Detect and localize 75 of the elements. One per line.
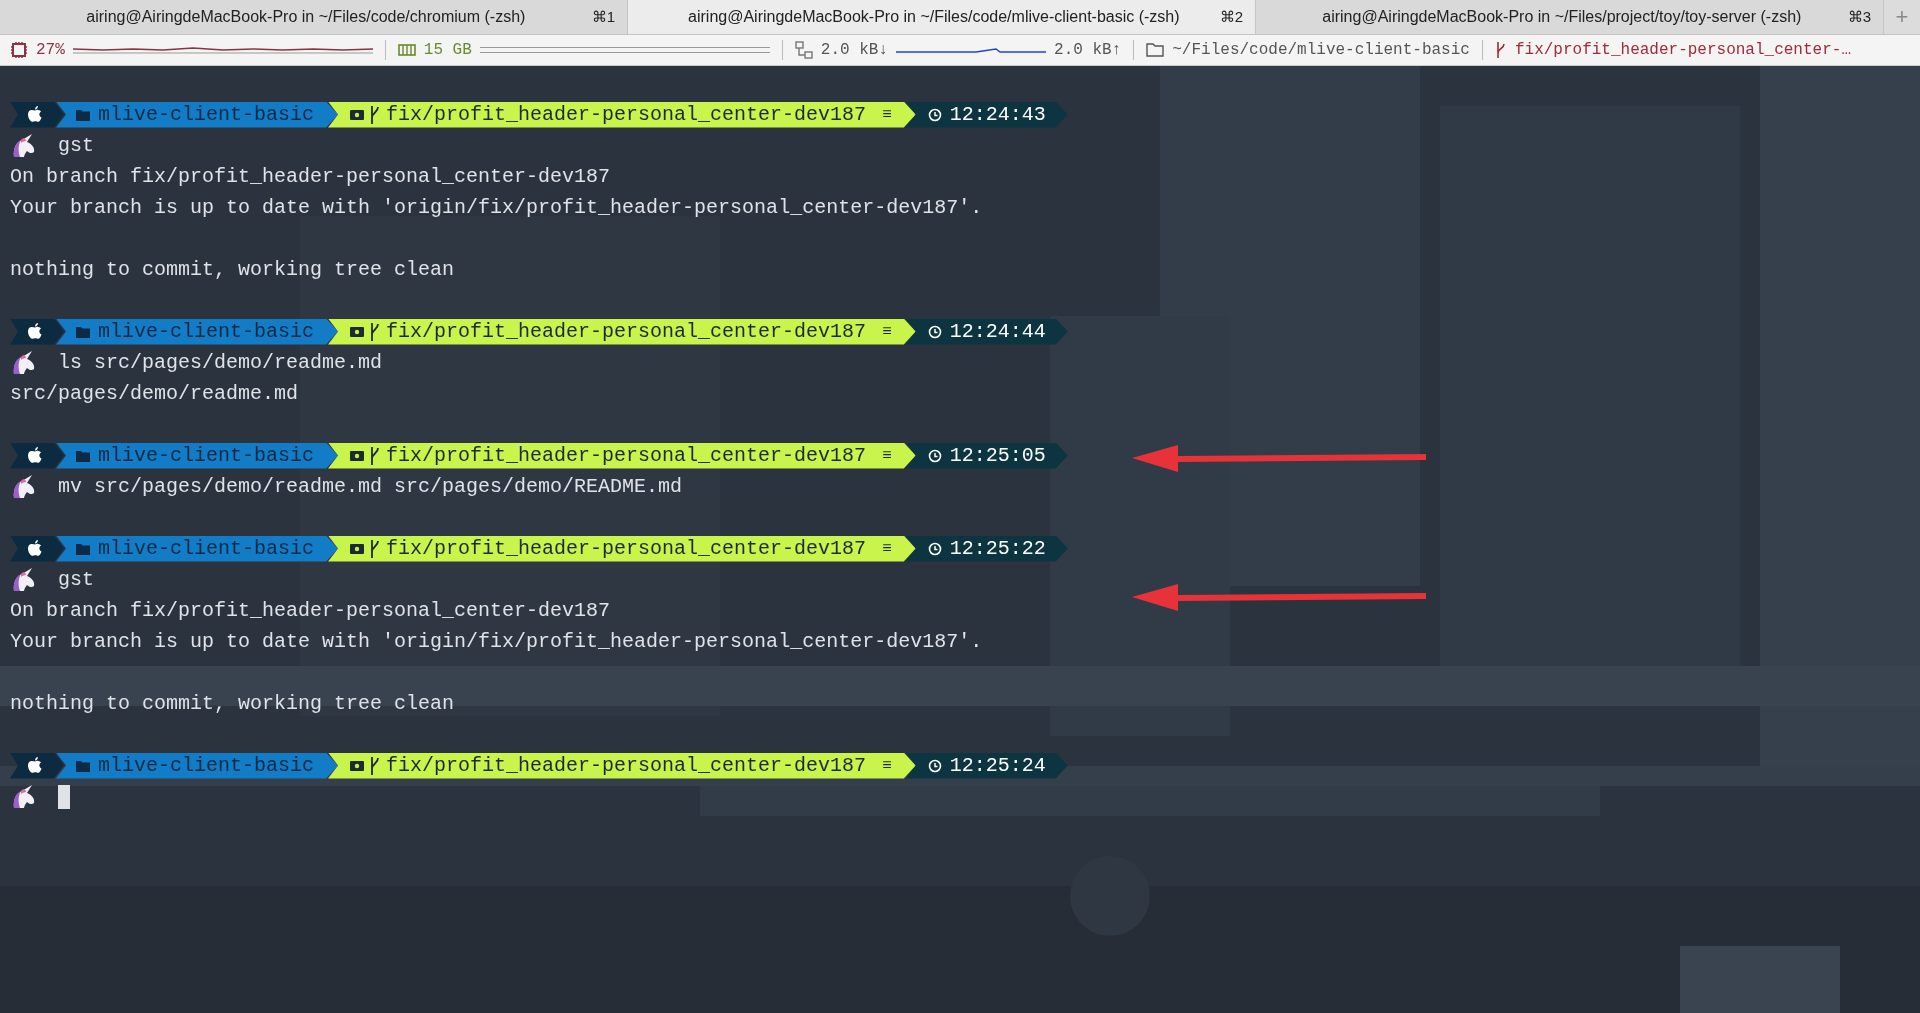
- current-branch: fix/profit_header-personal_center-…: [1514, 41, 1851, 59]
- directory-name: mlive-client-basic: [98, 754, 315, 777]
- branch-status: ≡: [882, 539, 892, 558]
- tab-title: airing@AiringdeMacBook-Pro in ~/Files/code/mlive-client-basic (-zsh): [687, 8, 1181, 26]
- folder-icon: [76, 542, 90, 555]
- directory-name: mlive-client-basic: [98, 320, 315, 343]
- memory-usage: 15 GB: [423, 41, 472, 59]
- branch-name: fix/profit_header-personal_center-dev187: [386, 444, 867, 467]
- git-repo-icon: [350, 449, 365, 462]
- memory-icon: [397, 42, 416, 58]
- prompt-time: 12:25:05: [949, 444, 1046, 467]
- apple-icon: [28, 447, 42, 464]
- prompt-time: 12:25:24: [949, 754, 1046, 777]
- apple-icon: [28, 540, 42, 557]
- command-text: mv src/pages/demo/readme.md src/pages/demo/README.md: [58, 475, 683, 498]
- tab-shortcut: ⌘2: [1219, 8, 1243, 26]
- branch-status: ≡: [882, 446, 892, 465]
- output-line: src/pages/demo/readme.md: [10, 382, 299, 405]
- git-repo-icon: [350, 759, 365, 772]
- output-line: Your branch is up to date with 'origin/fix/profit_header-personal_center-dev187'.: [10, 630, 983, 653]
- folder-icon: [1146, 42, 1165, 58]
- folder-icon: [76, 759, 90, 772]
- clock-icon: [927, 107, 942, 122]
- tab-title: airing@AiringdeMacBook-Pro in ~/Files/code/chromium (-zsh): [85, 8, 527, 26]
- directory-name: mlive-client-basic: [98, 444, 315, 467]
- upload-rate: 2.0 kB↑: [1054, 41, 1122, 59]
- command-text: gst: [58, 134, 94, 157]
- branch-name: fix/profit_header-personal_center-dev187: [386, 537, 867, 560]
- git-branch-icon: [1494, 41, 1507, 59]
- command-text: gst: [58, 568, 94, 591]
- clock-icon: [927, 758, 942, 773]
- output-line: On branch fix/profit_header-personal_center-dev187: [10, 165, 611, 188]
- branch-name: fix/profit_header-personal_center-dev187: [386, 754, 867, 777]
- download-rate: 2.0 kB↓: [820, 41, 889, 59]
- directory-name: mlive-client-basic: [98, 537, 315, 560]
- git-repo-icon: [350, 542, 365, 555]
- output-line: On branch fix/profit_header-personal_center-dev187: [10, 599, 611, 622]
- git-repo-icon: [350, 108, 365, 121]
- git-branch-icon: [370, 321, 381, 342]
- output-line: nothing to commit, working tree clean: [10, 258, 455, 281]
- output-line: nothing to commit, working tree clean: [10, 692, 455, 715]
- tab-shortcut: ⌘1: [591, 8, 615, 26]
- branch-name: fix/profit_header-personal_center-dev187: [386, 320, 867, 343]
- prompt-time: 12:25:22: [949, 537, 1046, 560]
- output-line: Your branch is up to date with 'origin/fix/profit_header-personal_center-dev187'.: [10, 196, 983, 219]
- branch-name: fix/profit_header-personal_center-dev187: [386, 103, 867, 126]
- git-branch-icon: [370, 445, 381, 466]
- branch-status: ≡: [882, 756, 892, 775]
- git-branch-icon: [370, 104, 381, 125]
- branch-status: ≡: [882, 322, 892, 341]
- clock-icon: [927, 324, 942, 339]
- prompt-time: 12:24:44: [949, 320, 1046, 343]
- command-text: ls src/pages/demo/readme.md: [58, 351, 383, 374]
- git-branch-icon: [370, 538, 381, 559]
- prompt-time: 12:24:43: [949, 103, 1046, 126]
- branch-status: ≡: [882, 105, 892, 124]
- apple-icon: [28, 323, 42, 340]
- apple-icon: [28, 757, 42, 774]
- cpu-usage: 27%: [36, 41, 65, 59]
- git-repo-icon: [350, 325, 365, 338]
- network-icon: [794, 41, 813, 59]
- apple-icon: [28, 106, 42, 123]
- folder-icon: [76, 449, 90, 462]
- terminal-tab[interactable]: airing@AiringdeMacBook-Pro in ~/Files/code/mlive-client-basic (-zsh) ⌘2: [628, 0, 1256, 34]
- clock-icon: [927, 448, 942, 463]
- clock-icon: [927, 541, 942, 556]
- git-branch-icon: [370, 755, 381, 776]
- folder-icon: [76, 108, 90, 121]
- current-path: ~/Files/code/mlive-client-basic: [1172, 41, 1470, 59]
- directory-name: mlive-client-basic: [98, 103, 315, 126]
- folder-icon: [76, 325, 90, 338]
- text-cursor: [58, 784, 70, 809]
- tab-shortcut: ⌘3: [1847, 8, 1871, 26]
- tab-title: airing@AiringdeMacBook-Pro in ~/Files/project/toy/toy-server (-zsh): [1321, 8, 1803, 26]
- cpu-icon: [10, 41, 28, 59]
